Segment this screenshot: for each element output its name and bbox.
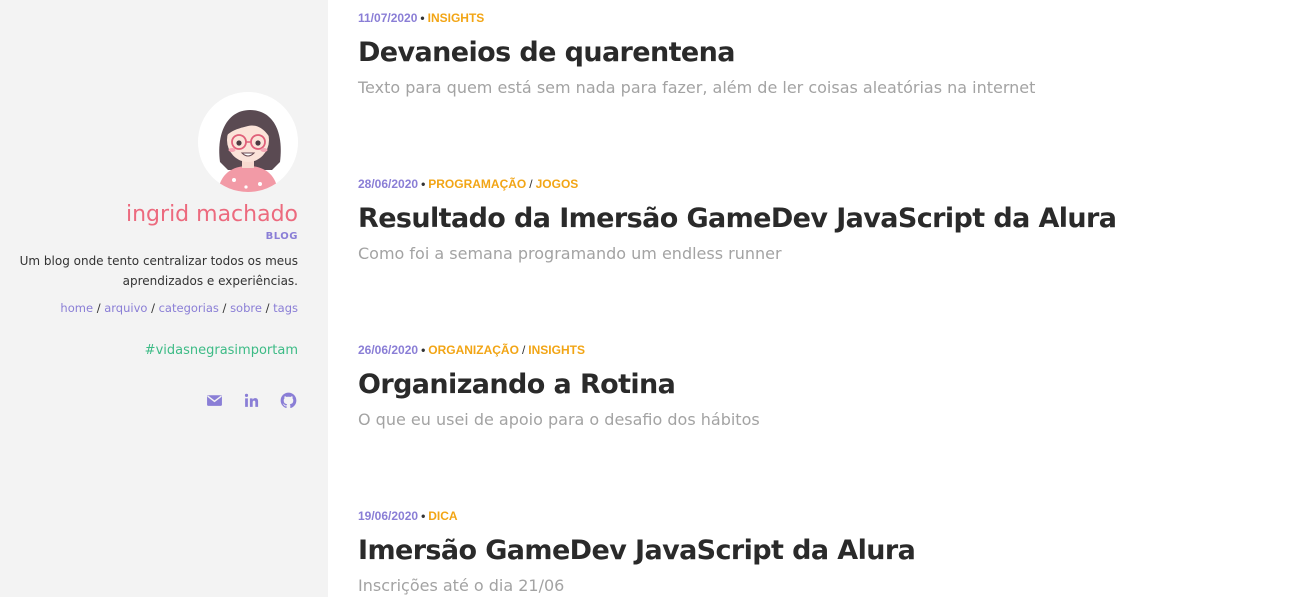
post-meta: 28/06/2020 • PROGRAMAÇÃO / JOGOS xyxy=(358,176,1258,192)
nav-link-home[interactable]: home xyxy=(60,301,93,315)
post-meta: 11/07/2020 • INSIGHTS xyxy=(358,10,1258,26)
github-icon[interactable] xyxy=(280,392,297,409)
post-subtitle: Como foi a semana programando um endless… xyxy=(358,244,782,263)
post-date: 11/07/2020 xyxy=(358,11,418,25)
post-subtitle: O que eu usei de apoio para o desafio do… xyxy=(358,410,760,429)
nav-link-arquivo[interactable]: arquivo xyxy=(104,301,147,315)
meta-separator-dot: • xyxy=(421,343,426,357)
blog-description: Um blog onde tento centralizar todos os … xyxy=(19,254,298,288)
post-subtitle: Inscrições até o dia 21/06 xyxy=(358,576,565,595)
post-title-link[interactable]: Organizando a Rotina xyxy=(358,367,1258,403)
blog-page: ingrid machado BLOG Um blog onde tento c… xyxy=(0,0,1294,597)
post-title-link[interactable]: Devaneios de quarentena xyxy=(358,35,1258,71)
post-category-link[interactable]: INSIGHTS xyxy=(428,11,485,25)
meta-separator-dot: • xyxy=(421,177,426,191)
post-date: 19/06/2020 xyxy=(358,509,419,523)
post-meta: 26/06/2020 • ORGANIZAÇÃO / INSIGHTS xyxy=(358,342,1258,358)
hashtag-link[interactable]: #vidasnegrasimportam xyxy=(18,342,298,360)
post-item: 28/06/2020 • PROGRAMAÇÃO / JOGOS Resultado d… xyxy=(358,176,1258,265)
nav-link-categorias[interactable]: categorias xyxy=(159,301,219,315)
avatar[interactable] xyxy=(198,92,298,192)
email-icon[interactable] xyxy=(206,392,223,409)
nav-link-tags[interactable]: tags xyxy=(273,301,298,315)
nav-separator: / xyxy=(222,301,231,315)
nav-link-sobre[interactable]: sobre xyxy=(230,301,262,315)
post-title-link[interactable]: Resultado da Imersão GameDev JavaScript … xyxy=(358,201,1258,237)
post-subtitle: Texto para quem está sem nada para fazer… xyxy=(358,78,1036,97)
category-separator: / xyxy=(521,343,526,357)
author-name[interactable]: ingrid machado xyxy=(18,200,298,230)
post-category-link[interactable]: PROGRAMAÇÃO xyxy=(428,177,526,191)
social-links xyxy=(18,392,298,409)
post-item: 26/06/2020 • ORGANIZAÇÃO / INSIGHTS Organiza… xyxy=(358,342,1258,431)
post-item: 11/07/2020 • INSIGHTS Devaneios de quarent… xyxy=(358,10,1258,99)
post-category-link[interactable]: JOGOS xyxy=(536,177,579,191)
category-separator: / xyxy=(529,177,533,191)
meta-separator-dot: • xyxy=(420,11,425,25)
nav-separator: / xyxy=(265,301,274,315)
meta-separator-dot: • xyxy=(421,509,426,523)
post-item: 19/06/2020 • DICA Imersão GameDev JavaScri… xyxy=(358,508,1258,597)
nav-separator: / xyxy=(151,301,159,315)
blog-label: BLOG xyxy=(265,231,298,242)
post-date: 26/06/2020 xyxy=(358,343,419,357)
sidebar-content: ingrid machado BLOG Um blog onde tento c… xyxy=(18,92,298,409)
post-category-link[interactable]: DICA xyxy=(428,509,457,523)
sidebar: ingrid machado BLOG Um blog onde tento c… xyxy=(0,0,328,597)
post-category-link[interactable]: ORGANIZAÇÃO xyxy=(428,343,519,357)
post-category-link[interactable]: INSIGHTS xyxy=(528,343,585,357)
post-date: 28/06/2020 xyxy=(358,177,419,191)
linkedin-icon[interactable] xyxy=(243,392,260,409)
post-meta: 19/06/2020 • DICA xyxy=(358,508,1258,524)
sidebar-nav: home / arquivo / categorias / sobre / ta… xyxy=(18,299,298,317)
post-title-link[interactable]: Imersão GameDev JavaScript da Alura xyxy=(358,533,1258,569)
avatar-illustration xyxy=(198,92,298,192)
